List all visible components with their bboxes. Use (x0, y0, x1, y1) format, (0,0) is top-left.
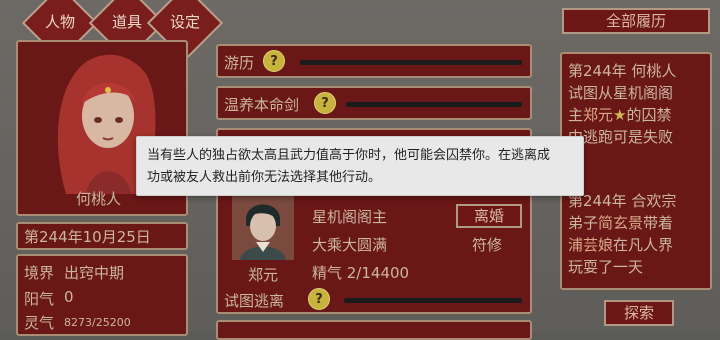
help-icon[interactable]: ? (263, 50, 285, 72)
help-icon[interactable]: ? (314, 92, 336, 114)
tab-character[interactable]: 人物 (30, 10, 90, 34)
history-entry1-line3: 主郑元★的囚禁 (568, 106, 672, 124)
partner-role: 符修 (472, 236, 503, 254)
nourish-progress-bar (346, 102, 522, 107)
action-nourish-label: 温养本命剑 (224, 96, 300, 114)
history-entry2-line4: 玩耍了一天 (568, 258, 644, 276)
escape-progress-bar (344, 298, 522, 303)
next-action-panel[interactable] (216, 320, 532, 340)
yangqi-value: 0 (64, 288, 74, 306)
lingqi-label: 灵气 (24, 314, 55, 332)
tooltip-line2: 功或被友人救出前你无法选择其他行动。 (147, 170, 382, 185)
history-entry1-line1: 第244年 何桃人 (568, 62, 677, 80)
history-entry2-line2: 弟子简玄景带着 (568, 214, 674, 232)
partner-portrait (232, 196, 294, 260)
character-name: 何桃人 (76, 190, 122, 208)
action-travel-label: 游历 (224, 54, 255, 72)
history-entry1-line2: 试图从星机阁阁 (568, 84, 674, 102)
tab-settings[interactable]: 设定 (155, 10, 215, 34)
partner-sect: 星机阁阁主 (312, 208, 388, 226)
tooltip: 当有些人的独占欲太高且武力值高于你时，他可能会囚禁你。在逃离成 功或被友人救出前… (136, 136, 584, 196)
lingqi-value: 8273/25200 (64, 316, 131, 329)
escape-label: 试图逃离 (224, 292, 285, 310)
tooltip-text: 当有些人的独占欲太高且武力值高于你时，他可能会囚禁你。在逃离成 功或被友人救出前… (147, 145, 577, 189)
tooltip-line1: 当有些人的独占欲太高且武力值高于你时，他可能会囚禁你。在逃离成 (147, 148, 551, 163)
game-date: 第244年10月25日 (24, 228, 151, 246)
partner-energy: 精气 2/14400 (312, 264, 410, 282)
explore-button[interactable]: 探索 (604, 300, 674, 326)
history-entry2-line3: 浦芸娘在凡人界 (568, 236, 674, 254)
divorce-button[interactable]: 离婚 (456, 204, 522, 228)
help-icon[interactable]: ? (308, 288, 330, 310)
partner-name: 郑元 (248, 266, 279, 284)
history-entry2-line1: 第244年 合欢宗 (568, 192, 677, 210)
realm-label: 境界 (24, 264, 55, 282)
realm-value: 出窍中期 (64, 264, 125, 282)
all-history-button[interactable]: 全部履历 (562, 8, 710, 34)
travel-progress-bar (300, 60, 522, 65)
yangqi-label: 阳气 (24, 290, 55, 308)
partner-realm: 大乘大圆满 (312, 236, 388, 254)
